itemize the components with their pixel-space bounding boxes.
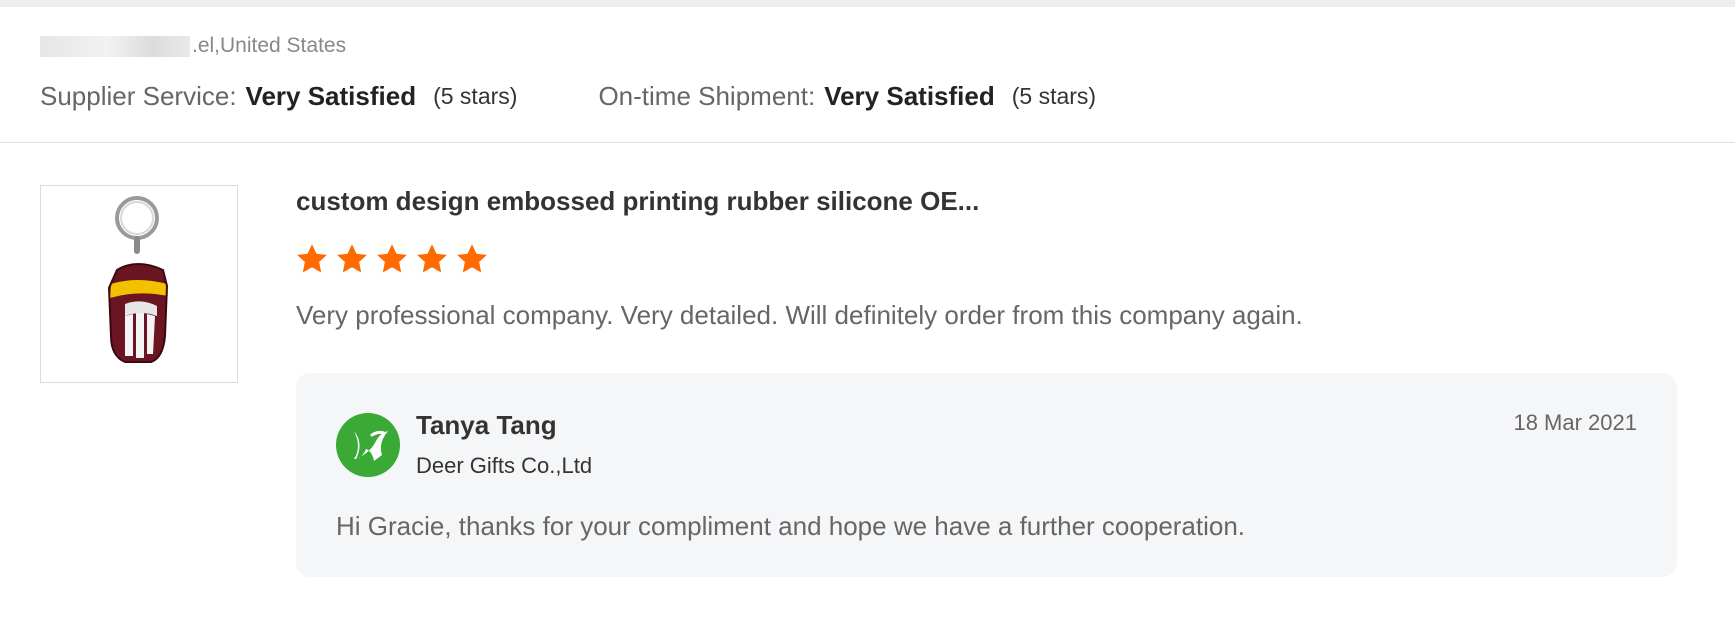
- keychain-glove-image: [107, 196, 169, 363]
- rating-count: (5 stars): [1011, 82, 1097, 109]
- reviewer-name-redacted: [40, 35, 190, 57]
- supplier-company[interactable]: Deer Gifts Co.,Ltd: [416, 453, 592, 479]
- supplier-logo-icon: [336, 413, 400, 477]
- supplier-name: Tanya Tang: [416, 410, 557, 440]
- section-divider: [0, 142, 1735, 143]
- rating-value: Very Satisfied: [245, 80, 417, 111]
- star-icon: [297, 244, 327, 273]
- star-rating: [295, 242, 495, 276]
- rating-count: (5 stars): [433, 82, 518, 109]
- product-thumbnail[interactable]: [40, 185, 238, 383]
- reply-date: 18 Mar 2021: [1513, 410, 1637, 435]
- product-title[interactable]: custom design embossed printing rubber s…: [296, 186, 979, 217]
- star-icon: [417, 244, 447, 273]
- reply-text: Hi Gracie, thanks for your compliment an…: [336, 511, 1246, 541]
- star-icon: [337, 244, 367, 273]
- review-text: Very professional company. Very detailed…: [296, 300, 1303, 330]
- top-strip: [0, 0, 1735, 7]
- rating-label: Supplier Service:: [40, 80, 237, 111]
- rating-on-time-shipment: On-time Shipment: Very Satisfied (5 star…: [598, 81, 1096, 112]
- rating-label: On-time Shipment:: [598, 80, 816, 111]
- supplier-reply: Tanya Tang Deer Gifts Co.,Ltd 18 Mar 202…: [296, 373, 1677, 577]
- reviewer-info: .el,United States: [40, 34, 346, 58]
- reviewer-location: .el,United States: [192, 34, 347, 57]
- star-icon: [377, 244, 407, 273]
- rating-supplier-service: Supplier Service: Very Satisfied (5 star…: [40, 81, 517, 112]
- star-icon: [457, 244, 487, 273]
- rating-summary: Supplier Service: Very Satisfied (5 star…: [40, 78, 1096, 114]
- rating-value: Very Satisfied: [824, 80, 995, 111]
